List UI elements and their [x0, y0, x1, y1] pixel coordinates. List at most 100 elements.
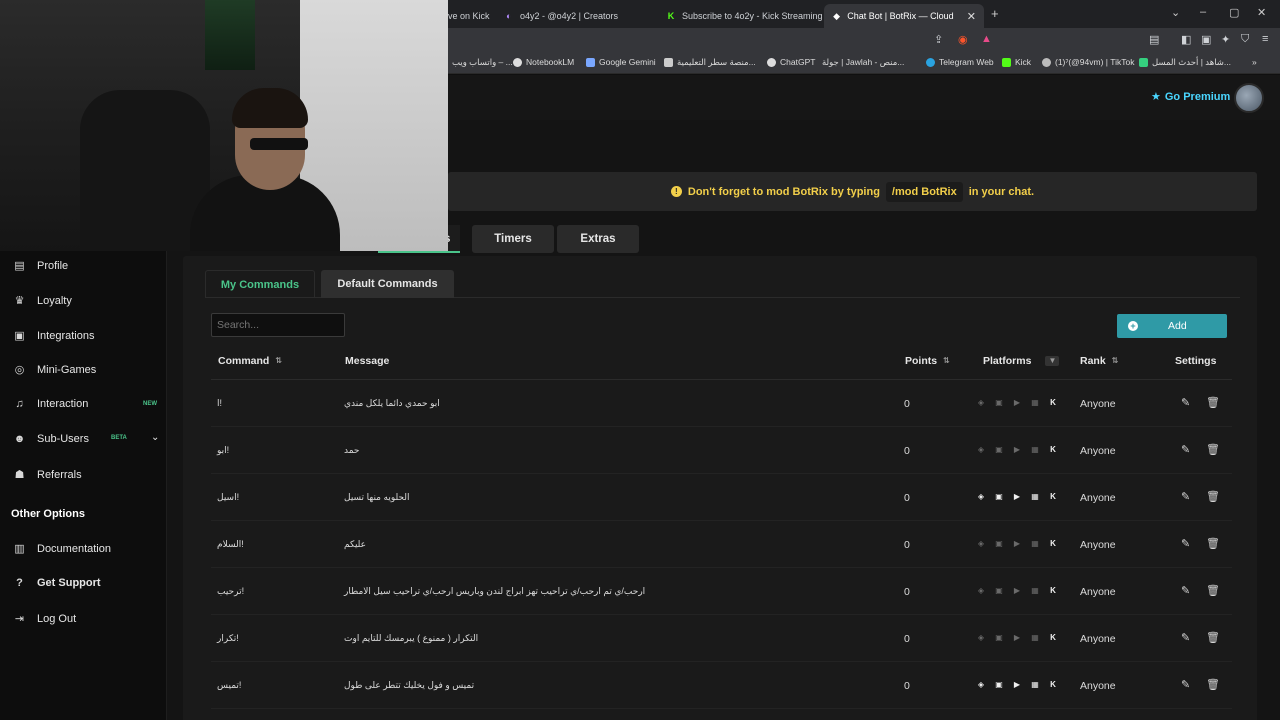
sidebar-item-profile[interactable]: ▤ Profile	[12, 259, 68, 273]
screen: ve on Kick ◐ o4y2 - @o4y2 | Creators K S…	[0, 0, 1280, 720]
brave-rewards-icon[interactable]: ▲	[981, 33, 992, 45]
browser-tab[interactable]: ◐ o4y2 - @o4y2 | Creators	[496, 4, 626, 28]
wallet-icon[interactable]: ▣	[1201, 33, 1211, 46]
menu-icon[interactable]: ≡	[1262, 33, 1268, 45]
trash-icon[interactable]: 🗑	[1206, 678, 1220, 691]
minimize-icon[interactable]: –	[1200, 6, 1206, 18]
bookmark[interactable]: Google Gemini	[586, 57, 656, 67]
trash-icon[interactable]: 🗑	[1206, 584, 1220, 597]
command-rank: Anyone	[1080, 397, 1116, 410]
tiktok-icon	[1042, 57, 1051, 67]
go-premium-link[interactable]: ★ Go Premium	[1151, 90, 1230, 104]
command-rank: Anyone	[1080, 444, 1116, 457]
bookmark[interactable]: NotebookLM	[513, 57, 574, 67]
platform-icons: ◈ ▣ ▶ ▦ K	[975, 491, 1059, 503]
avatar[interactable]	[1234, 83, 1264, 113]
trovo-icon: ▦	[1031, 539, 1039, 548]
platform-icons: ◈ ▣ ▶ ▦ K	[975, 397, 1059, 409]
browser-tab[interactable]: K Subscribe to 4o2y - Kick Streaming	[658, 4, 831, 28]
vpn-icon[interactable]: ⛉	[1241, 33, 1249, 46]
sidebar-item-interaction[interactable]: ♫ Interaction	[12, 398, 88, 410]
command-message: الحلويه منها تسيل	[344, 492, 410, 502]
tab-title: ve on Kick	[448, 11, 490, 21]
leo-icon[interactable]: ✦	[1221, 33, 1230, 46]
bookmark[interactable]: منصة سطر التعليمية...	[664, 57, 756, 68]
close-tab-icon[interactable]: ✕	[967, 10, 976, 23]
column-header-points[interactable]: Points ⇅	[905, 355, 950, 367]
bookmark[interactable]: ChatGPT	[767, 57, 815, 67]
sidebar-item-sub-users[interactable]: ☻ Sub-Users	[12, 433, 89, 445]
sidebar-item-log-out[interactable]: ⇥ Log Out	[12, 612, 76, 626]
tab-list-icon[interactable]: ⌄	[1171, 6, 1180, 19]
command-rank: Anyone	[1080, 585, 1116, 598]
column-header-platforms: Platforms ▼	[983, 355, 1060, 367]
bookmark[interactable]: جولة | Jawlah - منص...	[822, 57, 904, 68]
column-header-message: Message	[345, 355, 390, 367]
chatgpt-icon	[767, 57, 776, 67]
chevron-down-icon[interactable]: ⌄	[151, 432, 159, 443]
search-input[interactable]	[211, 313, 345, 337]
trovo-icon: ▦	[1031, 586, 1039, 595]
sidebar-item-mini-games[interactable]: ◎ Mini-Games	[12, 363, 97, 377]
sidebar: ▤ Profile ♛ Loyalty ▣ Integrations ◎ Mini-Ga…	[0, 250, 167, 720]
trash-icon[interactable]: 🗑	[1206, 443, 1220, 456]
bookmark[interactable]: واتساب ويب – ...	[452, 57, 513, 68]
youtube-icon: ▶	[1013, 445, 1021, 454]
webcam-overlay	[0, 0, 448, 251]
users-icon: ☻	[13, 433, 26, 445]
brave-shield-icon[interactable]: ◉	[958, 33, 968, 46]
edit-icon[interactable]: ✎	[1181, 443, 1190, 456]
sidebar-item-referrals[interactable]: ☗ Referrals	[12, 468, 82, 482]
discord-icon: ◈	[977, 445, 985, 454]
filter-icon[interactable]: ▼	[1045, 356, 1060, 366]
column-header-command[interactable]: Command ⇅	[218, 355, 282, 367]
edit-icon[interactable]: ✎	[1181, 396, 1190, 409]
command-rank: Anyone	[1080, 491, 1116, 504]
twitch-icon: ▣	[995, 586, 1003, 595]
sidebar-item-integrations[interactable]: ▣ Integrations	[12, 329, 94, 343]
bookmark[interactable]: Kick	[1002, 57, 1031, 67]
edit-icon[interactable]: ✎	[1181, 537, 1190, 550]
trovo-icon: ▦	[1031, 633, 1039, 642]
trash-icon[interactable]: 🗑	[1206, 537, 1220, 550]
sort-icon: ⇅	[275, 356, 283, 365]
sort-icon: ⇅	[943, 356, 950, 365]
command-points: 0	[904, 585, 910, 598]
tab-default-commands[interactable]: Default Commands	[321, 270, 454, 298]
youtube-icon: ▶	[1013, 680, 1021, 689]
tab-my-commands[interactable]: My Commands	[205, 270, 315, 298]
trash-icon[interactable]: 🗑	[1206, 396, 1220, 409]
browser-tab-active[interactable]: ◆ Chat Bot | BotRix — Cloud Strea ✕	[824, 4, 984, 28]
youtube-icon: ▶	[1013, 539, 1021, 548]
new-tab-icon[interactable]: +	[991, 6, 999, 21]
sidebar-item-loyalty[interactable]: ♛ Loyalty	[12, 294, 72, 308]
edit-icon[interactable]: ✎	[1181, 584, 1190, 597]
command-message: ارحب/ي تم ارحب/ي تراحيب تهز ابراج لندن و…	[344, 586, 646, 596]
edit-icon[interactable]: ✎	[1181, 631, 1190, 644]
edit-icon[interactable]: ✎	[1181, 490, 1190, 503]
command-points: 0	[904, 444, 910, 457]
share-icon[interactable]: ⇪	[934, 33, 943, 46]
more-bookmarks-icon[interactable]: »	[1252, 57, 1257, 67]
column-header-rank[interactable]: Rank ⇅	[1080, 355, 1118, 367]
add-command-button[interactable]: + Add	[1117, 314, 1227, 338]
close-window-icon[interactable]: ✕	[1257, 6, 1266, 19]
bookmark[interactable]: Telegram Web	[926, 57, 994, 67]
trash-icon[interactable]: 🗑	[1206, 490, 1220, 503]
column-header-settings: Settings	[1175, 355, 1217, 367]
bookmark[interactable]: (1)ˀ(@94vm) | TikTok	[1042, 57, 1134, 67]
tab-timers[interactable]: Timers	[472, 225, 554, 253]
browser-tab[interactable]: ve on Kick	[440, 4, 498, 28]
sidebar-icon[interactable]: ◧	[1181, 33, 1191, 46]
bookmark[interactable]: شاهد | أحدث المسل...	[1139, 57, 1231, 68]
command-points: 0	[904, 491, 910, 504]
trash-icon[interactable]: 🗑	[1206, 631, 1220, 644]
command-name: !تميس	[217, 680, 242, 690]
command-name: !السلام	[217, 539, 244, 549]
sidebar-item-get-support[interactable]: ? Get Support	[12, 577, 100, 589]
extensions-icon[interactable]: ▤	[1149, 33, 1159, 46]
sidebar-item-documentation[interactable]: ▥ Documentation	[12, 542, 111, 556]
maximize-icon[interactable]: ▢	[1229, 6, 1239, 19]
tab-extras[interactable]: Extras	[557, 225, 639, 253]
edit-icon[interactable]: ✎	[1181, 678, 1190, 691]
